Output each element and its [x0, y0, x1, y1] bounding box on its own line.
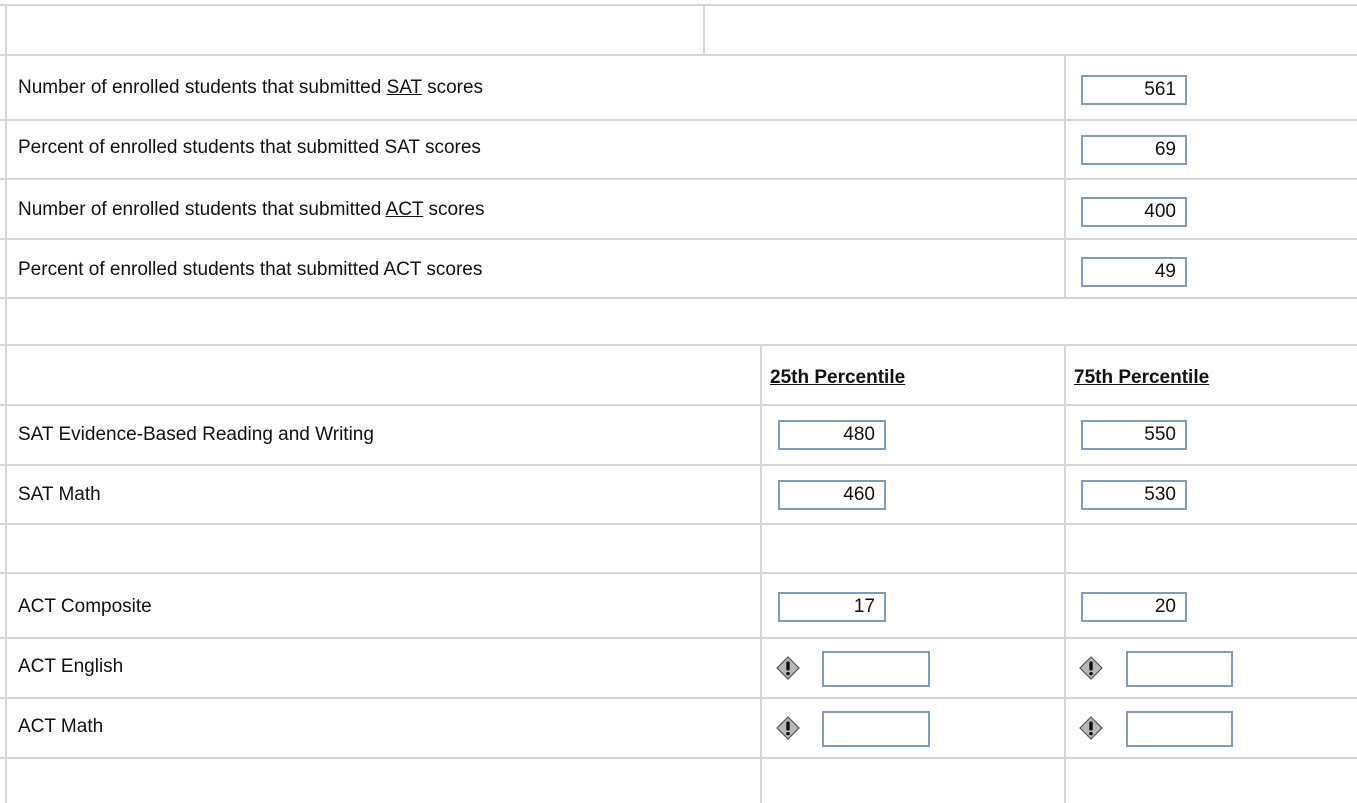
row-divider — [0, 54, 1357, 56]
header-25th-percentile: 25th Percentile — [770, 367, 906, 388]
warning-icon — [1079, 656, 1103, 680]
column-divider — [1064, 344, 1066, 803]
act-abbr[interactable]: ACT — [386, 199, 424, 220]
warning-icon — [776, 656, 800, 680]
row-divider — [0, 757, 1357, 759]
row-divider — [0, 637, 1357, 639]
sat-abbr[interactable]: SAT — [387, 77, 422, 98]
act-english-label: ACT English — [18, 656, 124, 677]
row-divider — [0, 297, 1357, 299]
sat-math-25th-field[interactable]: 460 — [778, 480, 886, 510]
row-divider — [0, 238, 1357, 240]
sat-math-75th-field[interactable]: 530 — [1081, 480, 1187, 510]
label-suffix: scores — [423, 199, 485, 220]
act-math-label: ACT Math — [18, 716, 104, 737]
column-divider — [760, 344, 762, 803]
warning-icon — [776, 716, 800, 740]
label-prefix: Number of enrolled students that submitt… — [18, 199, 386, 220]
sat-math-label: SAT Math — [18, 484, 101, 505]
row-divider — [0, 119, 1357, 121]
act-percent-label: Percent of enrolled students that submit… — [18, 259, 483, 280]
act-composite-75th-field[interactable]: 20 — [1081, 592, 1187, 622]
sat-count-label: Number of enrolled students that submitt… — [18, 77, 483, 99]
sat-ebrw-75th-field[interactable]: 550 — [1081, 420, 1187, 450]
act-composite-25th-field[interactable]: 17 — [778, 592, 886, 622]
act-count-field[interactable]: 400 — [1081, 197, 1187, 227]
act-composite-label: ACT Composite — [18, 596, 152, 617]
label-prefix: Number of enrolled students that submitt… — [18, 77, 387, 98]
column-divider — [5, 4, 7, 803]
row-divider — [0, 697, 1357, 699]
act-percent-field[interactable]: 49 — [1081, 257, 1187, 287]
act-math-75th-field[interactable] — [1126, 711, 1233, 747]
column-divider — [1064, 54, 1066, 297]
header-75th-percentile: 75th Percentile — [1074, 367, 1210, 388]
row-divider — [0, 572, 1357, 574]
warning-icon — [1079, 716, 1103, 740]
sat-count-field[interactable]: 561 — [1081, 75, 1187, 105]
act-english-75th-field[interactable] — [1126, 651, 1233, 687]
sat-percent-field[interactable]: 69 — [1081, 135, 1187, 165]
sat-percent-label: Percent of enrolled students that submit… — [18, 137, 481, 158]
row-divider — [0, 4, 1357, 6]
row-divider — [0, 464, 1357, 466]
row-divider — [0, 523, 1357, 525]
label-suffix: scores — [421, 77, 484, 98]
sat-ebrw-label: SAT Evidence-Based Reading and Writing — [18, 424, 374, 445]
sat-ebrw-25th-field[interactable]: 480 — [778, 420, 886, 450]
row-divider — [0, 404, 1357, 406]
row-divider — [0, 178, 1357, 180]
act-count-label: Number of enrolled students that submitt… — [18, 199, 484, 221]
column-divider — [703, 4, 705, 54]
act-english-25th-field[interactable] — [822, 651, 930, 687]
act-math-25th-field[interactable] — [822, 711, 930, 747]
row-divider — [0, 344, 1357, 346]
